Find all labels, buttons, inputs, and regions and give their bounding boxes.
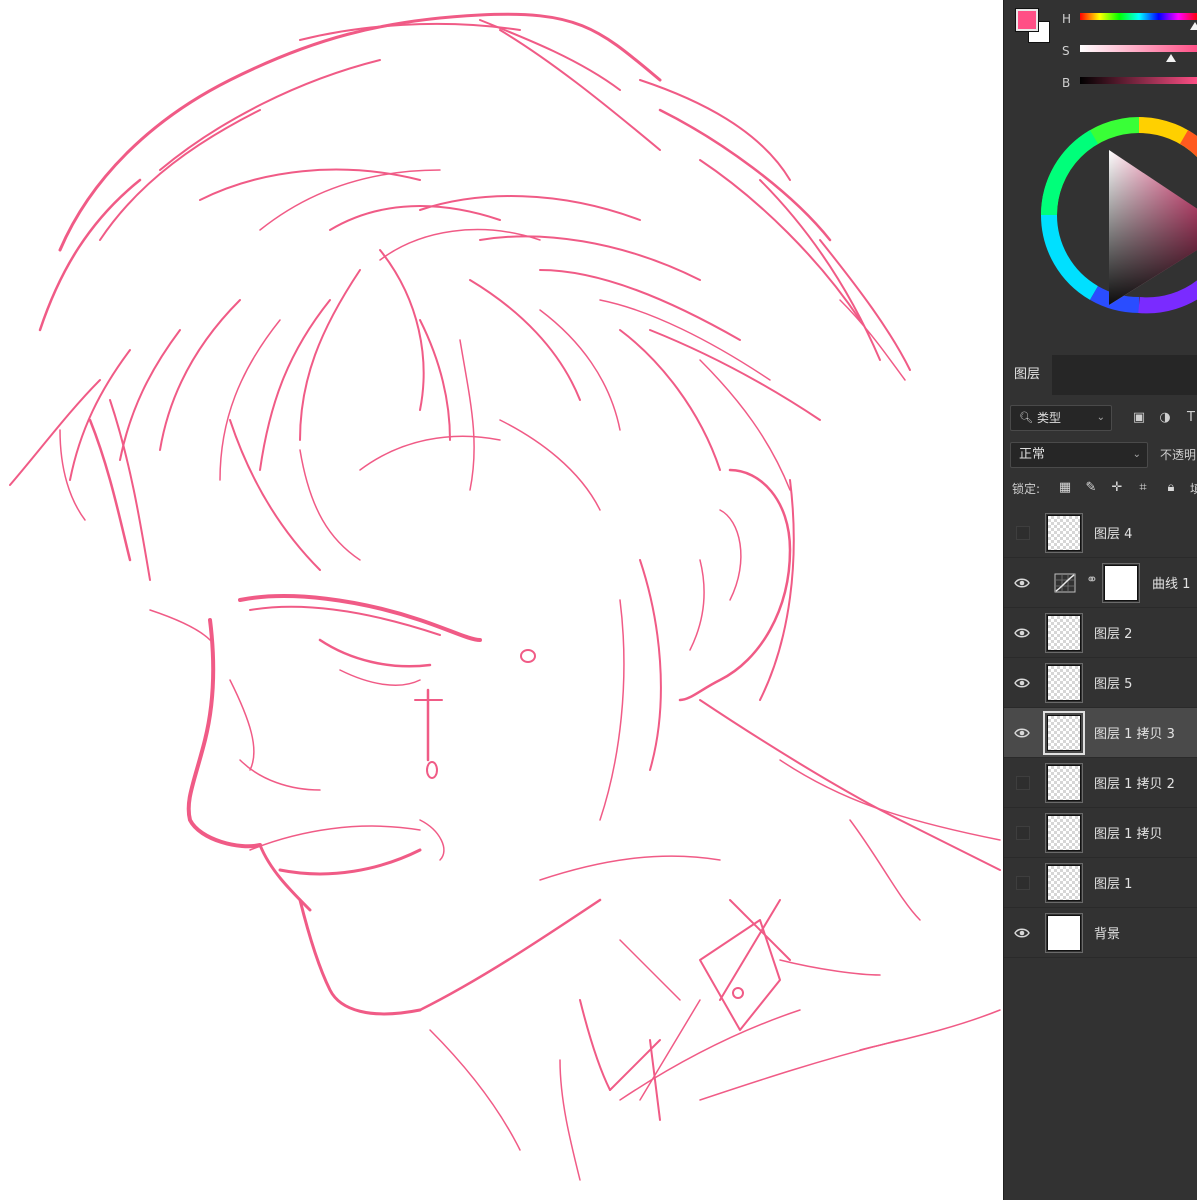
color-panel: H S B	[1004, 0, 1197, 352]
hue-slider-thumb[interactable]	[1190, 22, 1197, 30]
layer-name: 曲线 1	[1152, 577, 1191, 592]
right-panel: H S B 图层 🔍︎ 类型 ⌄ ▣ ◑ T 正常 ⌄ 不透明 锁定: ▦ ✎ …	[1003, 0, 1197, 1200]
blend-mode-value: 正常	[1019, 447, 1046, 462]
layer-name: 图层 2	[1094, 627, 1133, 642]
opacity-label: 不透明	[1160, 448, 1197, 462]
visibility-toggle-off[interactable]	[1016, 826, 1030, 840]
lock-transparent-pixels-icon[interactable]: ▦	[1056, 479, 1074, 497]
layer-name: 图层 1 拷贝	[1094, 827, 1163, 842]
visibility-toggle-off[interactable]	[1016, 526, 1030, 540]
layer-thumbnail	[1045, 613, 1083, 653]
eye-icon[interactable]	[1014, 575, 1030, 591]
brightness-slider[interactable]	[1080, 77, 1197, 84]
eye-icon[interactable]	[1014, 675, 1030, 691]
layer-row[interactable]: 图层 1 拷贝 2	[1004, 758, 1197, 808]
chevron-down-icon: ⌄	[1096, 412, 1105, 423]
sketch-artwork	[9, 12, 1001, 1181]
lock-image-pixels-icon[interactable]: ✎	[1082, 479, 1100, 497]
layer-row[interactable]: 图层 4	[1004, 508, 1197, 558]
visibility-toggle-off[interactable]	[1016, 776, 1030, 790]
layer-thumbnail	[1045, 863, 1083, 903]
layer-row[interactable]: 图层 2	[1004, 608, 1197, 658]
saturation-slider-thumb[interactable]	[1166, 54, 1176, 62]
brightness-label: B	[1062, 76, 1071, 90]
layer-thumbnail	[1045, 913, 1083, 953]
search-icon: 🔍︎	[1019, 411, 1033, 424]
layer-thumbnail	[1045, 813, 1083, 853]
layer-name: 图层 1 拷贝 3	[1094, 727, 1175, 742]
layer-thumbnail	[1045, 763, 1083, 803]
blend-mode-row: 正常 ⌄ 不透明	[1004, 440, 1197, 470]
lock-label: 锁定:	[1012, 482, 1041, 496]
drawing-canvas[interactable]	[0, 0, 1003, 1200]
layer-name: 图层 5	[1094, 677, 1133, 692]
layers-tab-bar: 图层	[1004, 355, 1197, 395]
eye-icon[interactable]	[1014, 625, 1030, 641]
color-wheel[interactable]	[1034, 110, 1197, 320]
foreground-color-swatch[interactable]	[1015, 8, 1039, 32]
hue-label: H	[1062, 12, 1072, 26]
layer-thumbnail	[1045, 663, 1083, 703]
chain-link-icon[interactable]: ⚭	[1086, 572, 1098, 588]
saturation-label: S	[1062, 44, 1070, 58]
layer-kind-filter-select[interactable]: 🔍︎ 类型 ⌄	[1010, 405, 1112, 431]
layer-row[interactable]: 图层 1	[1004, 858, 1197, 908]
hue-slider[interactable]	[1080, 13, 1197, 20]
lock-artboard-icon[interactable]: ⌗	[1134, 479, 1152, 497]
layer-name: 图层 4	[1094, 527, 1133, 542]
adjustment-filter-icon[interactable]: ◑	[1156, 409, 1174, 427]
eye-icon[interactable]	[1014, 925, 1030, 941]
saturation-slider[interactable]	[1080, 45, 1197, 52]
layer-thumbnail	[1043, 711, 1085, 755]
lock-row: 锁定: ▦ ✎ ✛ ⌗ 🔒︎ 填	[1004, 474, 1197, 502]
layers-list: 图层 4 ⚭ 曲线 1 图层 2 图层 5 图层 1 拷贝 3 图层 1 拷贝 …	[1004, 508, 1197, 958]
curves-adjustment-icon	[1054, 573, 1076, 593]
tab-layers[interactable]: 图层	[1004, 355, 1052, 395]
layer-row[interactable]: 图层 1 拷贝	[1004, 808, 1197, 858]
layer-mask-thumbnail[interactable]	[1102, 563, 1140, 603]
lock-position-icon[interactable]: ✛	[1108, 479, 1126, 497]
type-filter-icon[interactable]: T	[1182, 409, 1197, 427]
layer-kind-value: 类型	[1037, 411, 1062, 425]
layer-name: 图层 1	[1094, 877, 1133, 892]
layer-row[interactable]: 背景	[1004, 908, 1197, 958]
eye-icon[interactable]	[1014, 725, 1030, 741]
lock-all-icon[interactable]: 🔒︎	[1162, 479, 1180, 497]
chevron-down-icon: ⌄	[1132, 449, 1141, 460]
blend-mode-select[interactable]: 正常 ⌄	[1010, 442, 1148, 468]
layer-filter-row: 🔍︎ 类型 ⌄ ▣ ◑ T	[1004, 400, 1197, 436]
layer-row-selected[interactable]: 图层 1 拷贝 3	[1004, 708, 1197, 758]
fill-label: 填	[1190, 480, 1197, 497]
layer-row[interactable]: 图层 5	[1004, 658, 1197, 708]
visibility-toggle-off[interactable]	[1016, 876, 1030, 890]
layer-name: 背景	[1094, 927, 1121, 942]
image-filter-icon[interactable]: ▣	[1130, 409, 1148, 427]
layer-row[interactable]: ⚭ 曲线 1	[1004, 558, 1197, 608]
layer-name: 图层 1 拷贝 2	[1094, 777, 1175, 792]
layer-thumbnail	[1045, 513, 1083, 553]
